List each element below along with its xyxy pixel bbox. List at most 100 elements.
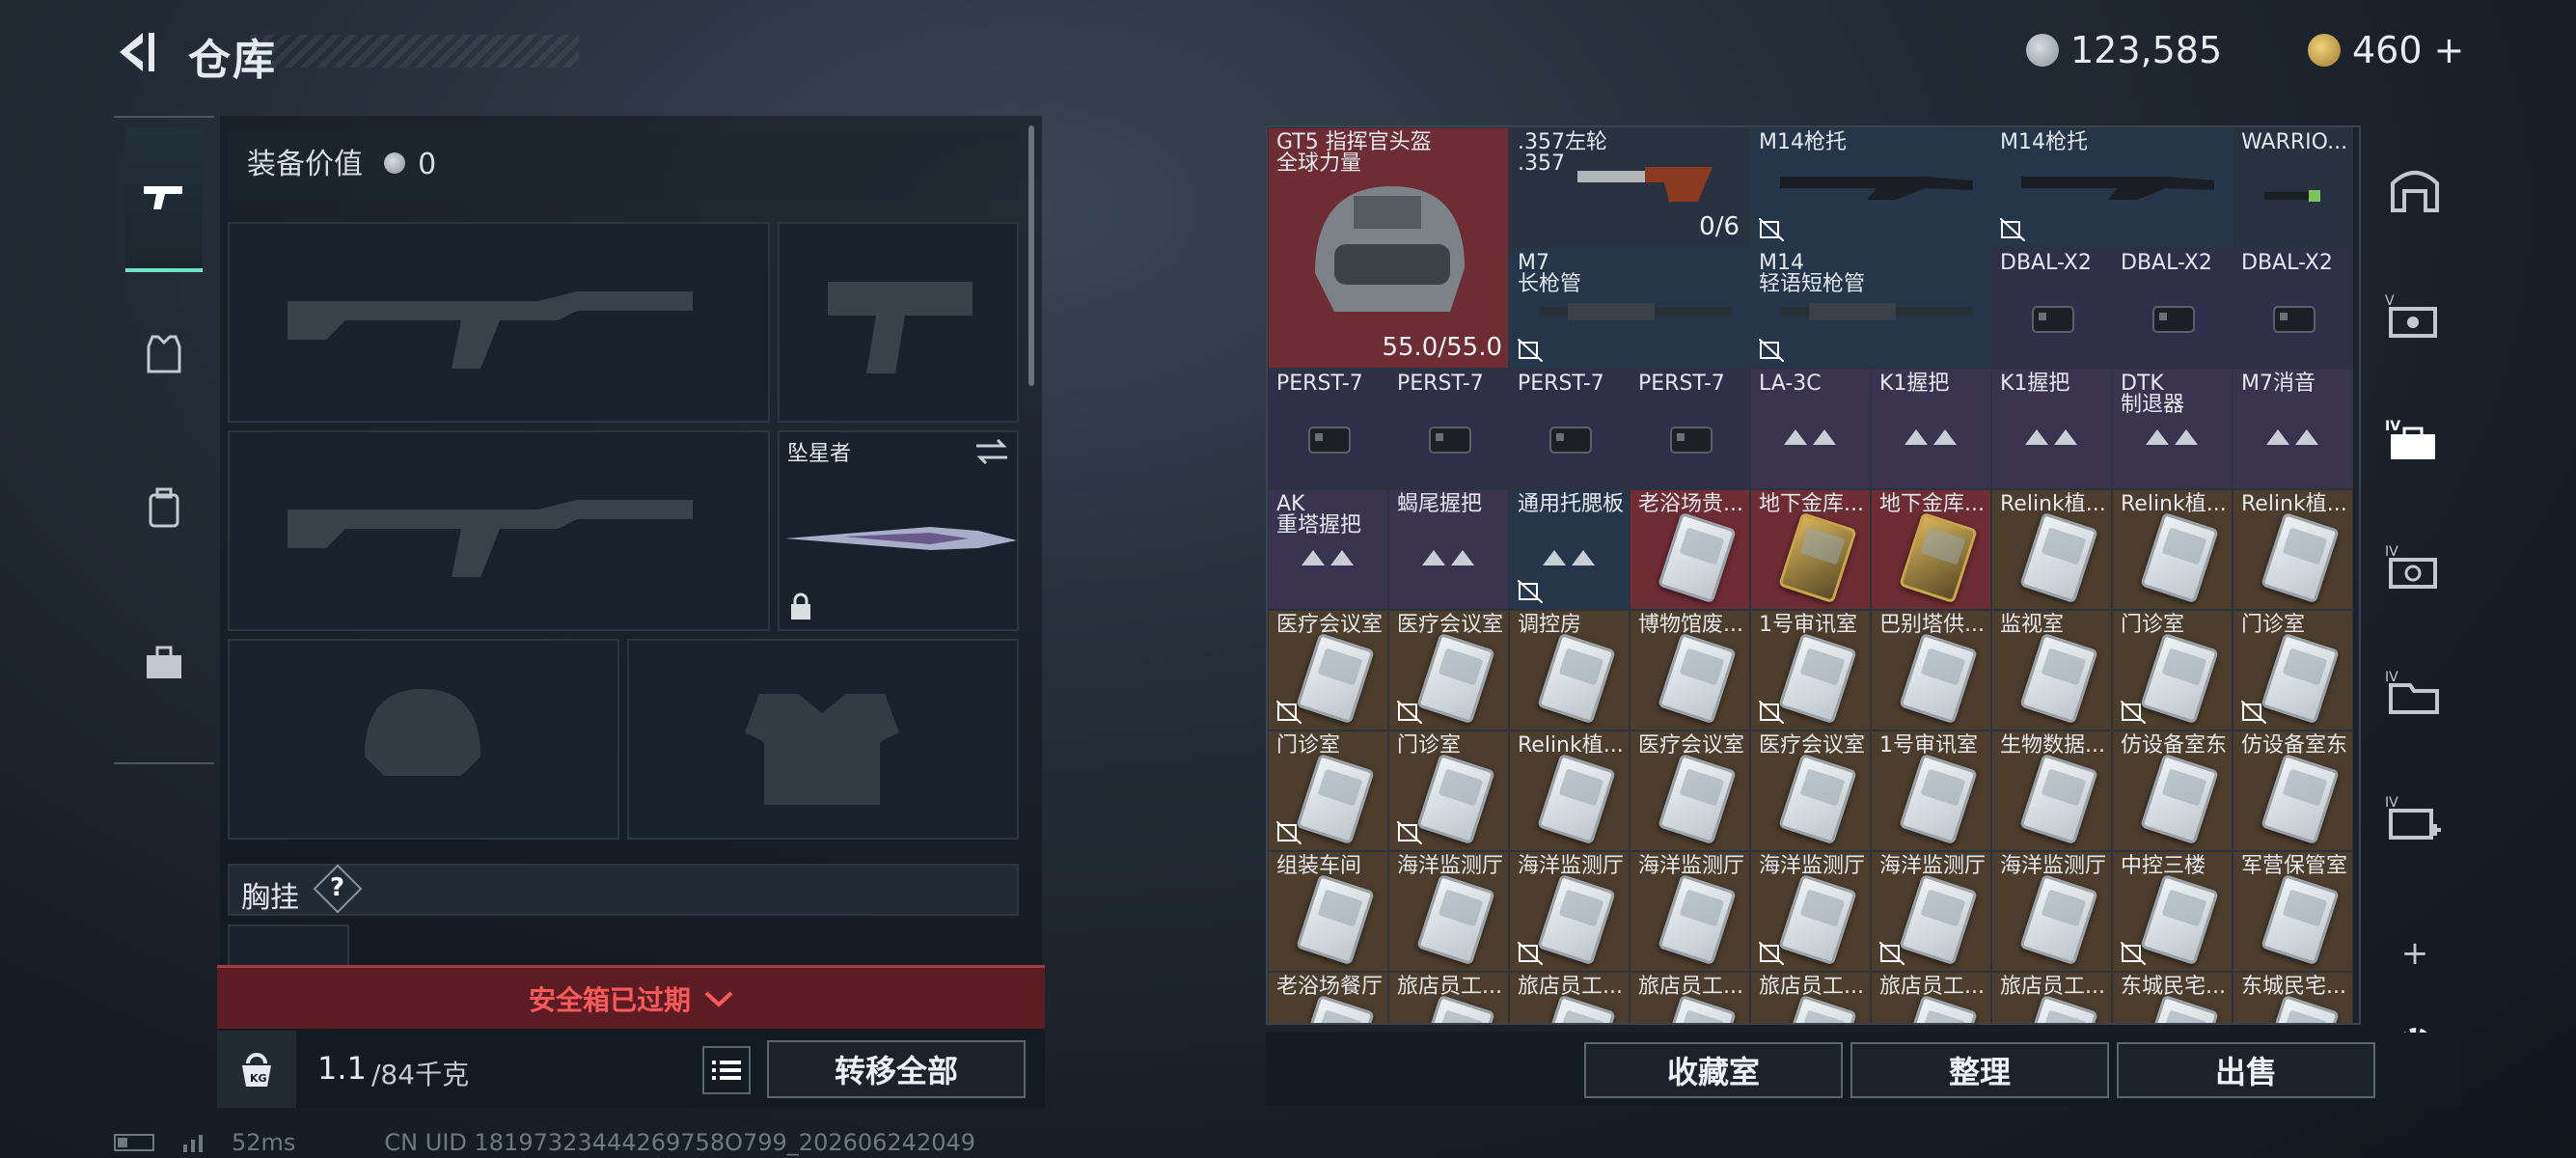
inventory-item[interactable]: 博物馆废... bbox=[1630, 610, 1750, 731]
inventory-item[interactable]: 组装车间 bbox=[1268, 851, 1388, 972]
inventory-item[interactable]: 旅店员工... bbox=[1509, 972, 1630, 1023]
back-arrow-icon[interactable] bbox=[114, 29, 164, 75]
inventory-item[interactable]: 海洋监测厅 bbox=[1509, 851, 1630, 972]
inventory-item[interactable]: LA-3C bbox=[1750, 369, 1871, 489]
inventory-item[interactable]: Relink植... bbox=[2112, 489, 2233, 610]
inventory-item[interactable]: 海洋监测厅 bbox=[1750, 851, 1871, 972]
inventory-item[interactable]: PERST-7 bbox=[1509, 369, 1630, 489]
inventory-item[interactable]: 门诊室 bbox=[2112, 610, 2233, 731]
inventory-item[interactable]: 门诊室 bbox=[2233, 610, 2353, 731]
inventory-item[interactable]: 医疗会议室 bbox=[1388, 610, 1509, 731]
inventory-item[interactable]: 门诊室 bbox=[1388, 731, 1509, 851]
inventory-item[interactable]: 监视室 bbox=[1991, 610, 2112, 731]
inventory-item[interactable]: 1号审讯室 bbox=[1871, 731, 1991, 851]
inventory-item[interactable]: 蝎尾握把 bbox=[1388, 489, 1509, 610]
inventory-item[interactable]: K1握把 bbox=[1871, 369, 1991, 489]
inventory-item[interactable]: 海洋监测厅 bbox=[1630, 851, 1750, 972]
inventory-item[interactable]: 医疗会议室 bbox=[1630, 731, 1750, 851]
inventory-item[interactable]: 门诊室 bbox=[1268, 731, 1388, 851]
panel-scrollbar[interactable] bbox=[1028, 125, 1034, 386]
inventory-item[interactable]: M14枪托 bbox=[1750, 127, 1991, 248]
inventory-item[interactable]: 医疗会议室 bbox=[1268, 610, 1388, 731]
tab-storage-4[interactable]: IV bbox=[2383, 540, 2447, 594]
tab-weapons[interactable] bbox=[125, 127, 203, 272]
inventory-item[interactable]: 海洋监测厅 bbox=[1991, 851, 2112, 972]
inventory-item[interactable]: DBAL-X2 bbox=[2112, 248, 2233, 369]
tab-storage-6[interactable]: IV bbox=[2383, 791, 2447, 845]
no-drop-icon bbox=[1276, 701, 1302, 724]
list-view-button[interactable] bbox=[702, 1046, 751, 1094]
helmet-slot[interactable] bbox=[228, 639, 619, 840]
inventory-item[interactable]: 旅店员工... bbox=[1750, 972, 1871, 1023]
inventory-item[interactable]: 老浴场餐厅 bbox=[1268, 972, 1388, 1023]
inventory-item[interactable]: 旅店员工... bbox=[1388, 972, 1509, 1023]
item-revolver[interactable]: .357左轮 .357 0/6 bbox=[1509, 127, 1750, 248]
inventory-item[interactable]: 旅店员工... bbox=[1630, 972, 1750, 1023]
tab-storage-3-active[interactable]: IV bbox=[2383, 415, 2447, 469]
inventory-item[interactable]: 海洋监测厅 bbox=[1388, 851, 1509, 972]
inventory-item[interactable]: 中控三楼 bbox=[2112, 851, 2233, 972]
tab-armor[interactable] bbox=[125, 282, 203, 427]
safe-box-expired-banner[interactable]: 安全箱已过期 bbox=[217, 965, 1045, 1029]
placeholder-triangles-icon bbox=[1421, 549, 1474, 565]
secondary-weapon-slot[interactable] bbox=[228, 430, 770, 631]
swap-icon[interactable] bbox=[974, 438, 1009, 465]
transfer-all-button[interactable]: 转移全部 bbox=[767, 1040, 1026, 1098]
inventory-item[interactable]: K1握把 bbox=[1991, 369, 2112, 489]
inventory-item[interactable]: 地下金库... bbox=[1871, 489, 1991, 610]
inventory-item[interactable]: DBAL-X2 bbox=[1991, 248, 2112, 369]
inventory-item[interactable]: Relink植... bbox=[1509, 731, 1630, 851]
gold-currency[interactable]: 460 + bbox=[2308, 29, 2477, 71]
collection-room-button[interactable]: 收藏室 bbox=[1584, 1042, 1843, 1098]
primary-weapon-slot[interactable] bbox=[228, 222, 770, 423]
inventory-item[interactable]: DBAL-X2 bbox=[2233, 248, 2353, 369]
sell-button[interactable]: 出售 bbox=[2117, 1042, 2375, 1098]
inventory-item[interactable]: 医疗会议室 bbox=[1750, 731, 1871, 851]
keycard-icon bbox=[1899, 873, 1979, 965]
inventory-item[interactable]: 通用托腮板 bbox=[1509, 489, 1630, 610]
inventory-item[interactable]: 东城民宅... bbox=[2233, 972, 2353, 1023]
inventory-item[interactable]: 仿设备室东 bbox=[2233, 731, 2353, 851]
inventory-item[interactable]: Relink植... bbox=[2233, 489, 2353, 610]
inventory-item[interactable]: M7 长枪管 bbox=[1509, 248, 1750, 369]
inventory-item[interactable]: M14枪托 bbox=[1991, 127, 2233, 248]
inventory-item[interactable]: WARRIO... bbox=[2233, 127, 2353, 248]
add-storage-button[interactable]: + bbox=[2383, 934, 2447, 988]
inventory-item[interactable]: PERST-7 bbox=[1630, 369, 1750, 489]
item-name: 地下金库... bbox=[1879, 492, 1985, 516]
inventory-item[interactable]: AK 重塔握把 bbox=[1268, 489, 1388, 610]
equipment-value: 装备价值 0 bbox=[247, 140, 436, 182]
inventory-item[interactable]: 仿设备室东 bbox=[2112, 731, 2233, 851]
inventory-item[interactable]: 旅店员工... bbox=[1871, 972, 1991, 1023]
armor-slot[interactable] bbox=[627, 639, 1019, 840]
inventory-item[interactable]: PERST-7 bbox=[1268, 369, 1388, 489]
tab-storage-main[interactable] bbox=[2383, 162, 2447, 216]
inventory-item[interactable]: Relink植... bbox=[1991, 489, 2112, 610]
melee-slot[interactable]: 坠星者 bbox=[778, 430, 1019, 631]
durability: 55.0/55.0 bbox=[1382, 333, 1502, 362]
tab-backpack[interactable] bbox=[125, 436, 203, 581]
inventory-item[interactable]: 军营保管室 bbox=[2233, 851, 2353, 972]
inventory-item[interactable]: 巴别塔供... bbox=[1871, 610, 1991, 731]
keycard-icon bbox=[2261, 632, 2341, 724]
tab-storage-2[interactable]: V bbox=[2383, 290, 2447, 344]
inventory-item[interactable]: 老浴场贵... bbox=[1630, 489, 1750, 610]
add-gold-button[interactable]: + bbox=[2434, 29, 2465, 71]
inventory-item[interactable]: 生物数据... bbox=[1991, 731, 2112, 851]
inventory-item[interactable]: 海洋监测厅 bbox=[1871, 851, 1991, 972]
inventory-item[interactable]: 调控房 bbox=[1509, 610, 1630, 731]
inventory-item[interactable]: PERST-7 bbox=[1388, 369, 1509, 489]
inventory-item[interactable]: 东城民宅... bbox=[2112, 972, 2233, 1023]
tab-toolbox[interactable] bbox=[125, 591, 203, 735]
inventory-item[interactable]: 1号审讯室 bbox=[1750, 610, 1871, 731]
inventory-item[interactable]: 地下金库... bbox=[1750, 489, 1871, 610]
inventory-item[interactable]: DTK 制退器 bbox=[2112, 369, 2233, 489]
inventory-item[interactable]: M7消音 bbox=[2233, 369, 2353, 489]
tab-storage-5[interactable]: IV bbox=[2383, 666, 2447, 720]
inventory-item[interactable]: M14 轻语短枪管 bbox=[1750, 248, 1991, 369]
inventory-item[interactable]: 旅店员工... bbox=[1991, 972, 2112, 1023]
pistol-icon bbox=[144, 186, 182, 209]
sort-button[interactable]: 整理 bbox=[1850, 1042, 2109, 1098]
item-helmet[interactable]: GT5 指挥官头盔 全球力量 55.0/55.0 bbox=[1268, 127, 1509, 369]
sidearm-slot[interactable] bbox=[778, 222, 1019, 423]
